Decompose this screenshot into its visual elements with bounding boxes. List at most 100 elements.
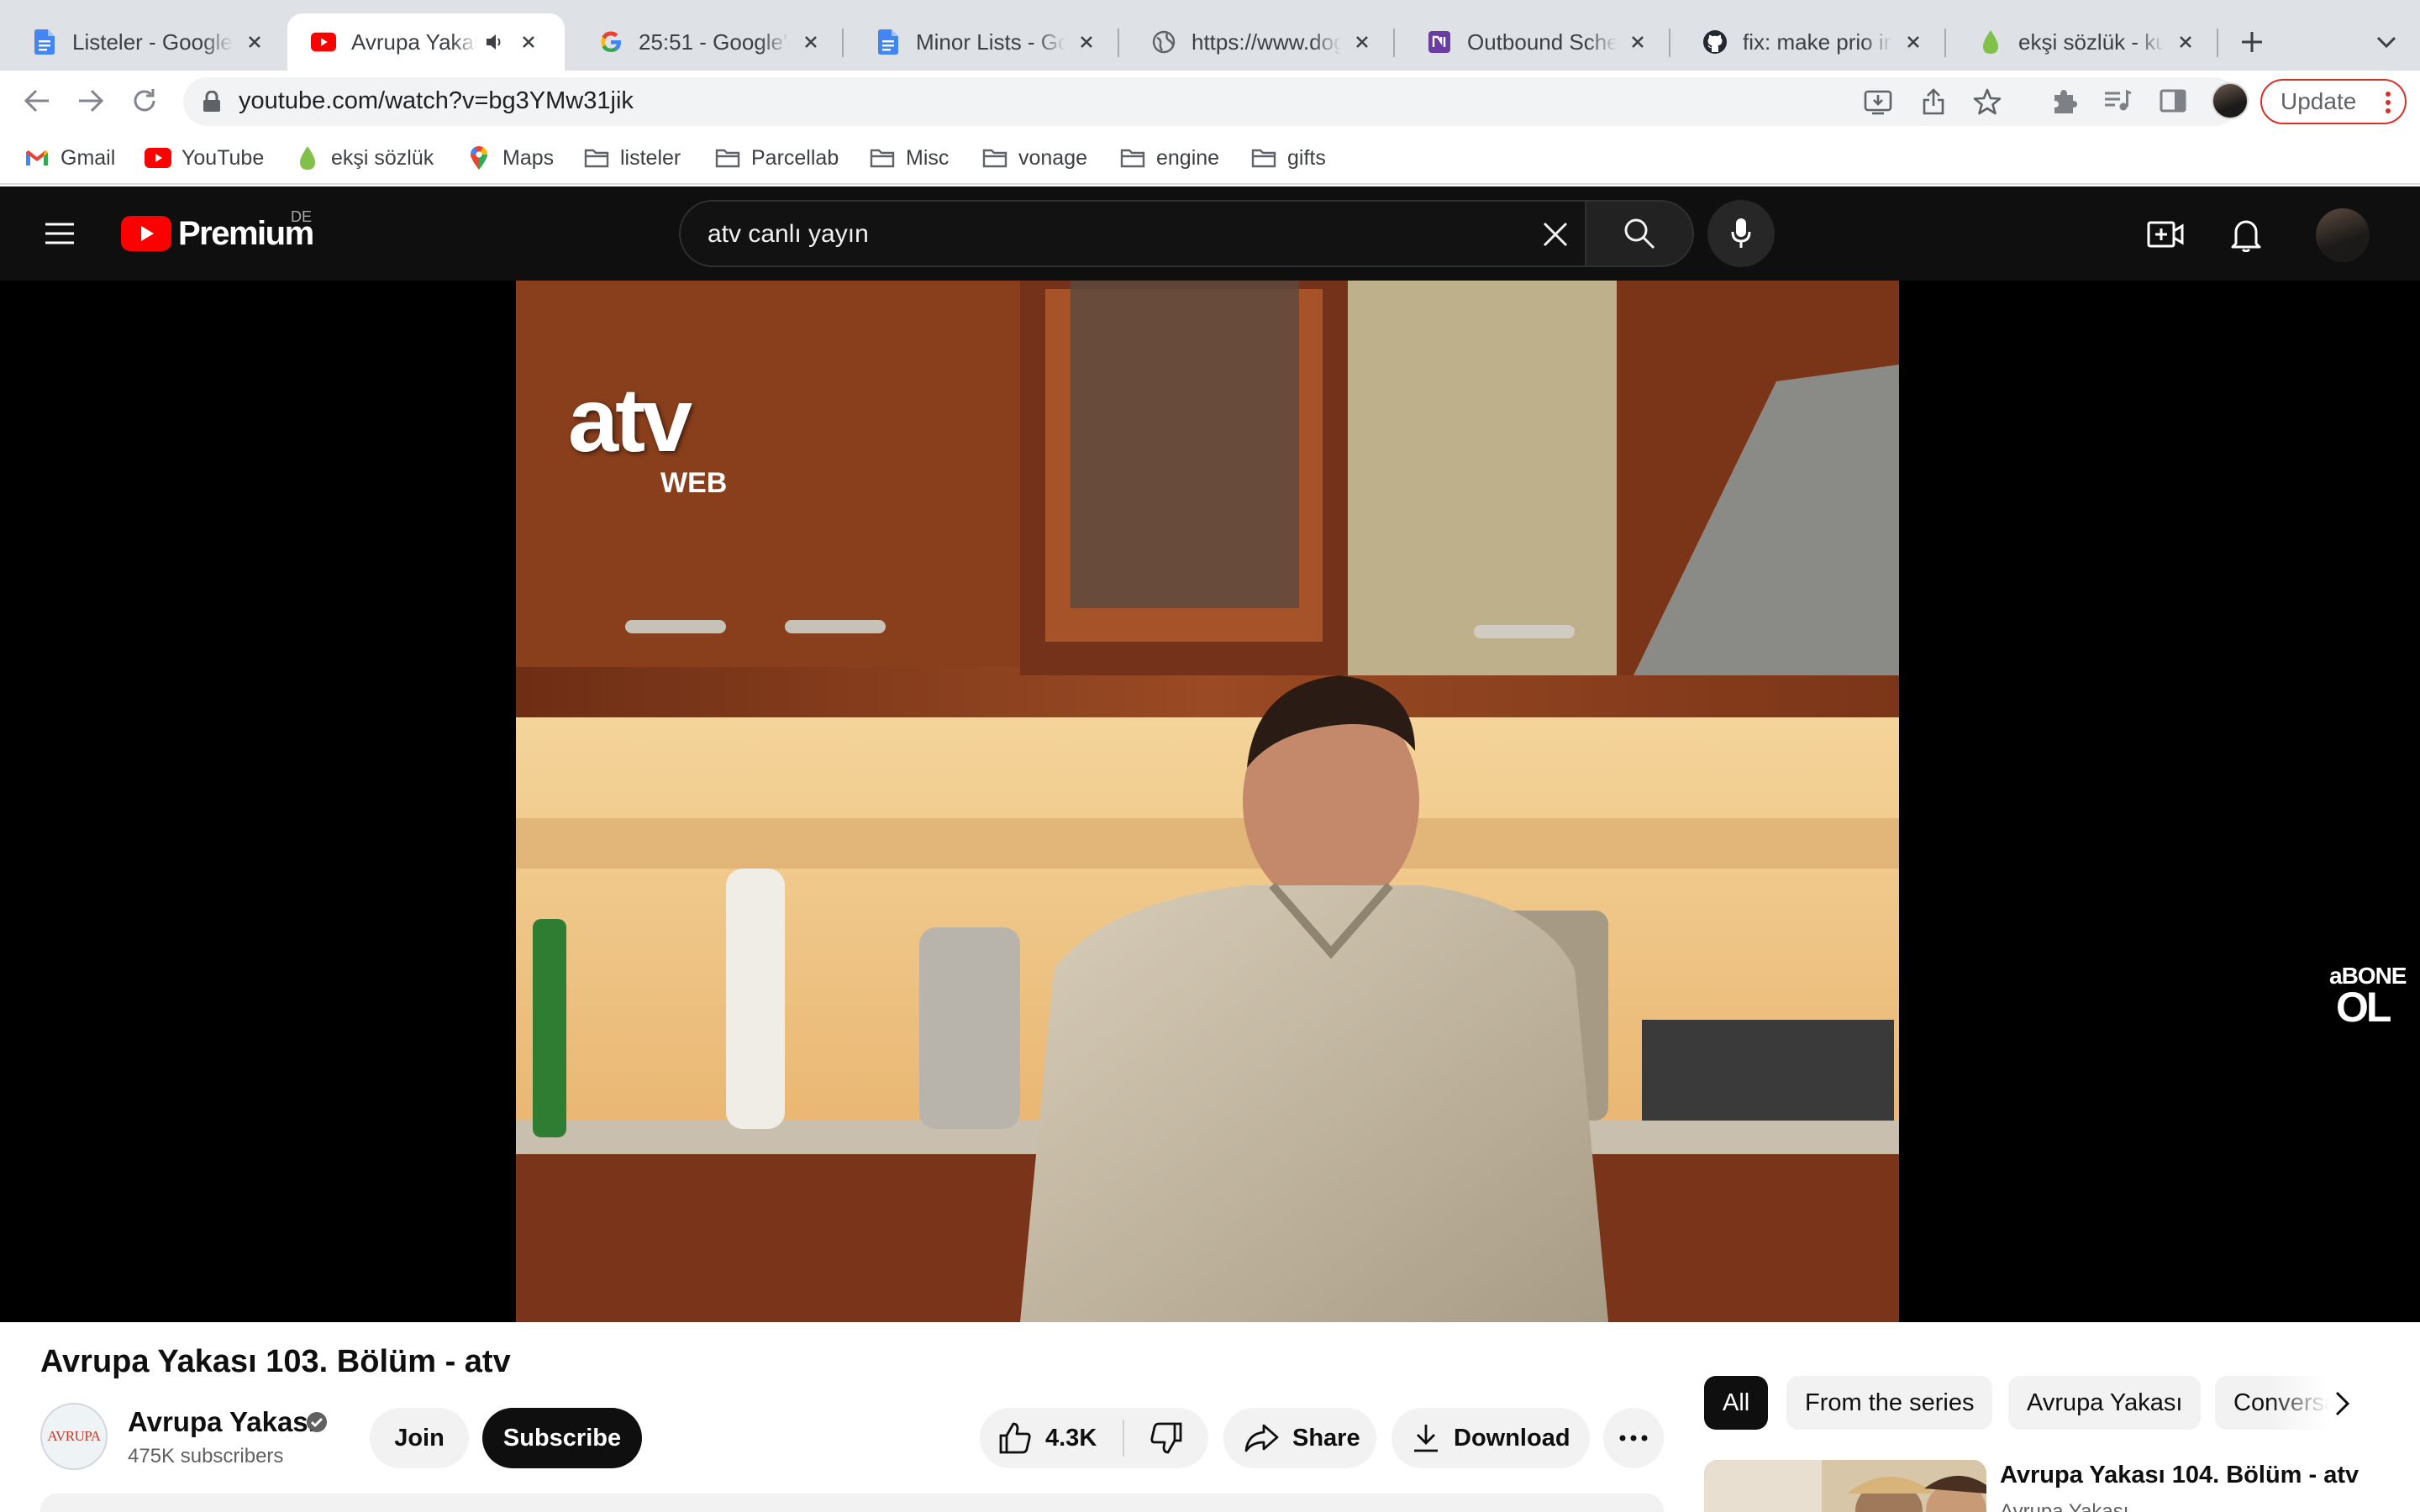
install-app-icon[interactable]	[1864, 87, 1892, 116]
bookmark-label: gifts	[1287, 145, 1326, 170]
lock-icon[interactable]	[202, 90, 222, 113]
voice-search-button[interactable]	[1707, 200, 1775, 267]
tab-search-button[interactable]	[2370, 25, 2403, 59]
recommended-thumbnail[interactable]	[1704, 1460, 1986, 1512]
more-actions-button[interactable]	[1603, 1408, 1664, 1468]
bookmark-folder-misc[interactable]: Misc	[869, 143, 949, 173]
guide-menu-button[interactable]	[40, 215, 79, 252]
folder-icon	[869, 145, 896, 171]
tab-title: Minor Lists - Google Docs	[916, 29, 1065, 55]
bookmark-eksi-sozluk[interactable]: ekşi sözlük	[294, 143, 434, 173]
reload-button[interactable]	[128, 84, 161, 118]
tab-title: Outbound Schedule	[1467, 29, 1617, 55]
bookmark-folder-gifts[interactable]: gifts	[1250, 143, 1326, 173]
close-icon[interactable]	[1074, 29, 1099, 55]
like-dislike-group: 4.3K	[980, 1408, 1208, 1468]
tab-title: fix: make prio interval	[1743, 29, 1892, 55]
search-query: atv canlı yayın	[708, 220, 869, 248]
video-title: Avrupa Yakası 103. Bölüm - atv	[40, 1344, 511, 1379]
profile-avatar[interactable]	[2212, 82, 2249, 119]
chips-next-button[interactable]	[2321, 1383, 2363, 1425]
account-avatar[interactable]	[2316, 208, 2370, 262]
tab-minor-lists[interactable]: Minor Lists - Google Docs	[844, 13, 1118, 71]
gmail-icon	[24, 145, 50, 171]
tab-dogan[interactable]: https://www.dogan	[1119, 13, 1393, 71]
bookmark-folder-vonage[interactable]: vonage	[981, 143, 1087, 173]
google-docs-icon	[876, 29, 901, 55]
thumbnail-image	[1704, 1460, 1986, 1512]
close-icon[interactable]	[1901, 29, 1926, 55]
arrow-right-icon	[79, 89, 104, 113]
search-input[interactable]: atv canlı yayın	[679, 200, 1586, 267]
notifications-button[interactable]	[2227, 215, 2265, 254]
extensions-icon[interactable]	[2049, 86, 2079, 116]
speaker-icon[interactable]	[482, 29, 508, 55]
join-button[interactable]: Join	[370, 1408, 469, 1468]
subscribe-watermark[interactable]: aBONE OL	[2329, 963, 2410, 1031]
channel-name[interactable]: Avrupa Yakası	[128, 1406, 316, 1438]
share-page-icon[interactable]	[1919, 87, 1948, 116]
share-label: Share	[1292, 1424, 1360, 1452]
chip-all[interactable]: All	[1704, 1376, 1769, 1430]
close-icon[interactable]	[516, 29, 541, 55]
bookmark-folder-parcellab[interactable]: Parcellab	[714, 143, 839, 173]
new-tab-button[interactable]	[2235, 25, 2269, 59]
channel-avatar[interactable]: AVRUPA	[40, 1403, 108, 1470]
download-button[interactable]: Download	[1392, 1408, 1590, 1468]
bookmark-folder-engine[interactable]: engine	[1119, 143, 1219, 173]
side-panel-icon[interactable]	[2158, 86, 2188, 116]
tab-avrupa-yakasi[interactable]: Avrupa Yakası 103. Bölüm - atv	[287, 13, 565, 71]
chip-from-the-series[interactable]: From the series	[1786, 1376, 1993, 1430]
media-control-icon[interactable]	[2102, 86, 2133, 116]
bookmark-gmail[interactable]: Gmail	[24, 143, 115, 173]
bell-icon	[2231, 220, 2261, 252]
subscribe-button[interactable]: Subscribe	[482, 1408, 642, 1468]
video-player[interactable]: atv WEB aBONE OL	[0, 281, 2420, 1322]
search-button[interactable]	[1586, 200, 1694, 267]
recommended-title[interactable]: Avrupa Yakası 104. Bölüm - atv	[2000, 1462, 2359, 1489]
google-icon	[598, 29, 623, 55]
recommended-channel: Avrupa Yakası	[2000, 1500, 2129, 1512]
tab-outbound-schedule[interactable]: Outbound Schedule	[1395, 13, 1669, 71]
tab-google-search[interactable]: 25:51 - Google'da Ara	[566, 13, 842, 71]
bookmark-maps[interactable]: Maps	[466, 143, 554, 173]
close-icon[interactable]	[1625, 29, 1650, 55]
bookmark-folder-listeler[interactable]: listeler	[583, 143, 681, 173]
share-button[interactable]: Share	[1223, 1408, 1376, 1468]
video-add-icon	[2147, 221, 2184, 248]
create-button[interactable]	[2146, 215, 2185, 254]
video-frame[interactable]: atv WEB	[516, 281, 1899, 1322]
eksi-icon	[294, 145, 321, 171]
kebab-menu-icon	[2386, 92, 2391, 113]
youtube-premium-logo[interactable]: Premium DE	[121, 208, 314, 252]
bookmark-label: ekşi sözlük	[331, 145, 434, 170]
like-count: 4.3K	[1045, 1424, 1097, 1452]
download-label: Download	[1454, 1424, 1570, 1452]
forward-button[interactable]	[74, 84, 108, 118]
address-bar[interactable]: youtube.com/watch?v=bg3YMw31jik	[183, 77, 2238, 126]
dislike-button[interactable]	[1124, 1408, 1208, 1468]
bookmark-youtube[interactable]: YouTube	[145, 143, 264, 173]
youtube-icon	[311, 29, 336, 55]
back-button[interactable]	[20, 84, 54, 118]
close-icon[interactable]	[798, 29, 823, 55]
chevron-down-icon	[2376, 36, 2396, 49]
star-icon[interactable]	[1973, 87, 2002, 116]
chevron-right-icon	[2335, 1391, 2350, 1416]
plus-icon	[2242, 32, 2262, 52]
channel-avatar-text: AVRUPA	[47, 1428, 101, 1444]
tab-listeler[interactable]: Listeler - Google Docs	[0, 13, 286, 71]
close-icon[interactable]	[242, 29, 267, 55]
hamburger-icon	[45, 223, 74, 244]
tab-eksi-sozluk[interactable]: ekşi sözlük - kutsal	[1946, 13, 2217, 71]
close-icon[interactable]	[2173, 29, 2198, 55]
update-button[interactable]: Update	[2260, 79, 2407, 124]
browser-tab-strip: Listeler - Google Docs Avrupa Yakası 103…	[0, 0, 2420, 71]
like-button[interactable]: 4.3K	[980, 1408, 1123, 1468]
bookmark-label: Gmail	[60, 145, 116, 170]
clear-search-button[interactable]	[1538, 217, 1573, 252]
description-box[interactable]	[40, 1494, 1664, 1512]
tab-github-fix[interactable]: fix: make prio interval	[1670, 13, 1944, 71]
close-icon[interactable]	[1349, 29, 1375, 55]
chip-avrupa-yakasi[interactable]: Avrupa Yakası	[2008, 1376, 2202, 1430]
